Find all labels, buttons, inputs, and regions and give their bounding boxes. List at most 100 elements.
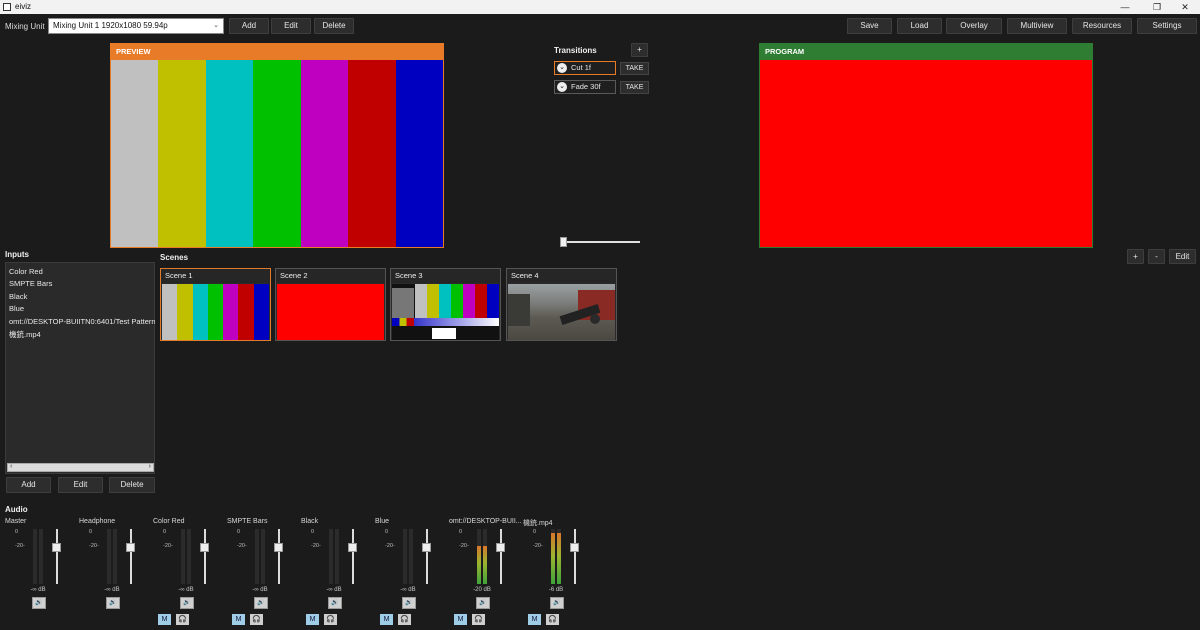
fader-track[interactable]: [204, 529, 206, 584]
list-item[interactable]: SMPTE Bars: [9, 279, 155, 288]
inputs-list[interactable]: Color Red SMPTE Bars Black Blue omt://DE…: [5, 262, 155, 474]
mute-button[interactable]: M: [232, 614, 245, 625]
speaker-icon[interactable]: 🔊: [476, 597, 490, 609]
list-item[interactable]: 機銃.mp4: [9, 329, 155, 340]
fader-track[interactable]: [278, 529, 280, 584]
list-item[interactable]: Blue: [9, 304, 155, 313]
speaker-icon[interactable]: 🔊: [402, 597, 416, 609]
speaker-icon[interactable]: 🔊: [550, 597, 564, 609]
close-icon[interactable]: ✕: [1170, 0, 1200, 14]
tbar-handle[interactable]: [560, 237, 567, 247]
speaker-icon[interactable]: 🔊: [106, 597, 120, 609]
settings-button[interactable]: Settings: [1137, 18, 1197, 34]
level-meter: [477, 529, 481, 584]
fader-handle[interactable]: [200, 542, 209, 552]
edit-scene-button[interactable]: Edit: [1169, 249, 1196, 264]
delete-mixing-unit-button[interactable]: Delete: [314, 18, 354, 34]
overlay-button[interactable]: Overlay: [946, 18, 1002, 34]
headphone-button[interactable]: 🎧: [398, 614, 411, 625]
fader-track[interactable]: [130, 529, 132, 584]
fader-track[interactable]: [426, 529, 428, 584]
db-readout: -∞ dB: [252, 587, 268, 593]
edit-scene-label: Edit: [1175, 252, 1190, 261]
headphone-button[interactable]: 🎧: [546, 614, 559, 625]
fader-handle[interactable]: [570, 542, 579, 552]
level-meter-fill: [557, 532, 561, 584]
mute-button[interactable]: M: [306, 614, 319, 625]
chevron-left-icon[interactable]: ‹: [10, 463, 12, 470]
scene-card-3[interactable]: Scene 3: [390, 268, 501, 341]
speaker-icon[interactable]: 🔊: [32, 597, 46, 609]
preview-header: PREVIEW: [111, 44, 443, 60]
scene-card-4[interactable]: Scene 4: [506, 268, 617, 341]
list-item[interactable]: Color Red: [9, 267, 155, 276]
maximize-icon[interactable]: ❐: [1142, 0, 1172, 14]
level-meter: [113, 529, 117, 584]
resources-button[interactable]: Resources: [1072, 18, 1132, 34]
fader-track[interactable]: [574, 529, 576, 584]
delete-input-button[interactable]: Delete: [109, 477, 155, 493]
audio-title: Audio: [5, 505, 28, 514]
chevron-down-icon[interactable]: ⌄: [557, 63, 567, 73]
level-meter: [335, 529, 339, 584]
load-button[interactable]: Load: [897, 18, 942, 34]
add-transition-button[interactable]: +: [631, 43, 648, 57]
multiview-button[interactable]: Multiview: [1007, 18, 1067, 34]
take-fade-button[interactable]: TAKE: [620, 81, 649, 94]
speaker-icon[interactable]: 🔊: [180, 597, 194, 609]
db-readout: -∞ dB: [104, 587, 120, 593]
chevron-right-icon[interactable]: ›: [149, 463, 151, 470]
window-title: eiviz: [15, 2, 32, 11]
program-monitor[interactable]: PROGRAM: [759, 43, 1093, 248]
list-item[interactable]: Black: [9, 292, 155, 301]
meter-scale-mid: -20-: [15, 543, 25, 549]
speaker-icon[interactable]: 🔊: [328, 597, 342, 609]
fader-handle[interactable]: [126, 542, 135, 552]
add-scene-button[interactable]: +: [1127, 249, 1144, 264]
chevron-down-icon[interactable]: ⌄: [557, 82, 567, 92]
mute-button[interactable]: M: [158, 614, 171, 625]
mixing-unit-select[interactable]: Mixing Unit 1 1920x1080 59.94p ⌄: [48, 18, 224, 34]
color-bar: [451, 284, 463, 318]
fader-track[interactable]: [56, 529, 58, 584]
minimize-icon[interactable]: —: [1110, 0, 1140, 14]
mute-button[interactable]: M: [380, 614, 393, 625]
mute-button[interactable]: M: [528, 614, 541, 625]
fader-track[interactable]: [500, 529, 502, 584]
preview-monitor[interactable]: PREVIEW: [110, 43, 444, 248]
db-readout: -20 dB: [473, 587, 491, 593]
channel-label: Black: [301, 518, 319, 525]
horizontal-scrollbar[interactable]: ‹ ›: [7, 463, 154, 472]
headphone-button[interactable]: 🎧: [250, 614, 263, 625]
mute-button[interactable]: M: [454, 614, 467, 625]
list-item[interactable]: omt://DESKTOP-BUIITN0:6401/Test Patternw: [9, 317, 155, 326]
transition-cut[interactable]: ⌄ Cut 1f: [554, 61, 616, 75]
add-input-button[interactable]: Add: [6, 477, 51, 493]
speaker-icon[interactable]: 🔊: [254, 597, 268, 609]
headphone-button[interactable]: 🎧: [324, 614, 337, 625]
scene-card-2[interactable]: Scene 2: [275, 268, 386, 341]
add-mixing-unit-button[interactable]: Add: [229, 18, 269, 34]
program-image: [760, 60, 1092, 247]
scene-card-1[interactable]: Scene 1: [160, 268, 271, 341]
transition-fade[interactable]: ⌄ Fade 30f: [554, 80, 616, 94]
remove-scene-button[interactable]: -: [1148, 249, 1165, 264]
save-button[interactable]: Save: [847, 18, 892, 34]
take-label: TAKE: [625, 65, 644, 72]
fader-track[interactable]: [352, 529, 354, 584]
headphone-button[interactable]: 🎧: [472, 614, 485, 625]
fader-handle[interactable]: [496, 542, 505, 552]
color-bar: [207, 284, 224, 340]
scene-thumbnail: [392, 284, 499, 340]
multiview-label: Multiview: [1020, 21, 1054, 30]
tbar-track[interactable]: [561, 241, 640, 243]
fader-handle[interactable]: [422, 542, 431, 552]
headphone-button[interactable]: 🎧: [176, 614, 189, 625]
edit-mixing-unit-button[interactable]: Edit: [271, 18, 311, 34]
fader-handle[interactable]: [52, 542, 61, 552]
fader-handle[interactable]: [348, 542, 357, 552]
take-cut-button[interactable]: TAKE: [620, 62, 649, 75]
fader-handle[interactable]: [274, 542, 283, 552]
add-input-label: Add: [21, 480, 36, 489]
edit-input-button[interactable]: Edit: [58, 477, 103, 493]
